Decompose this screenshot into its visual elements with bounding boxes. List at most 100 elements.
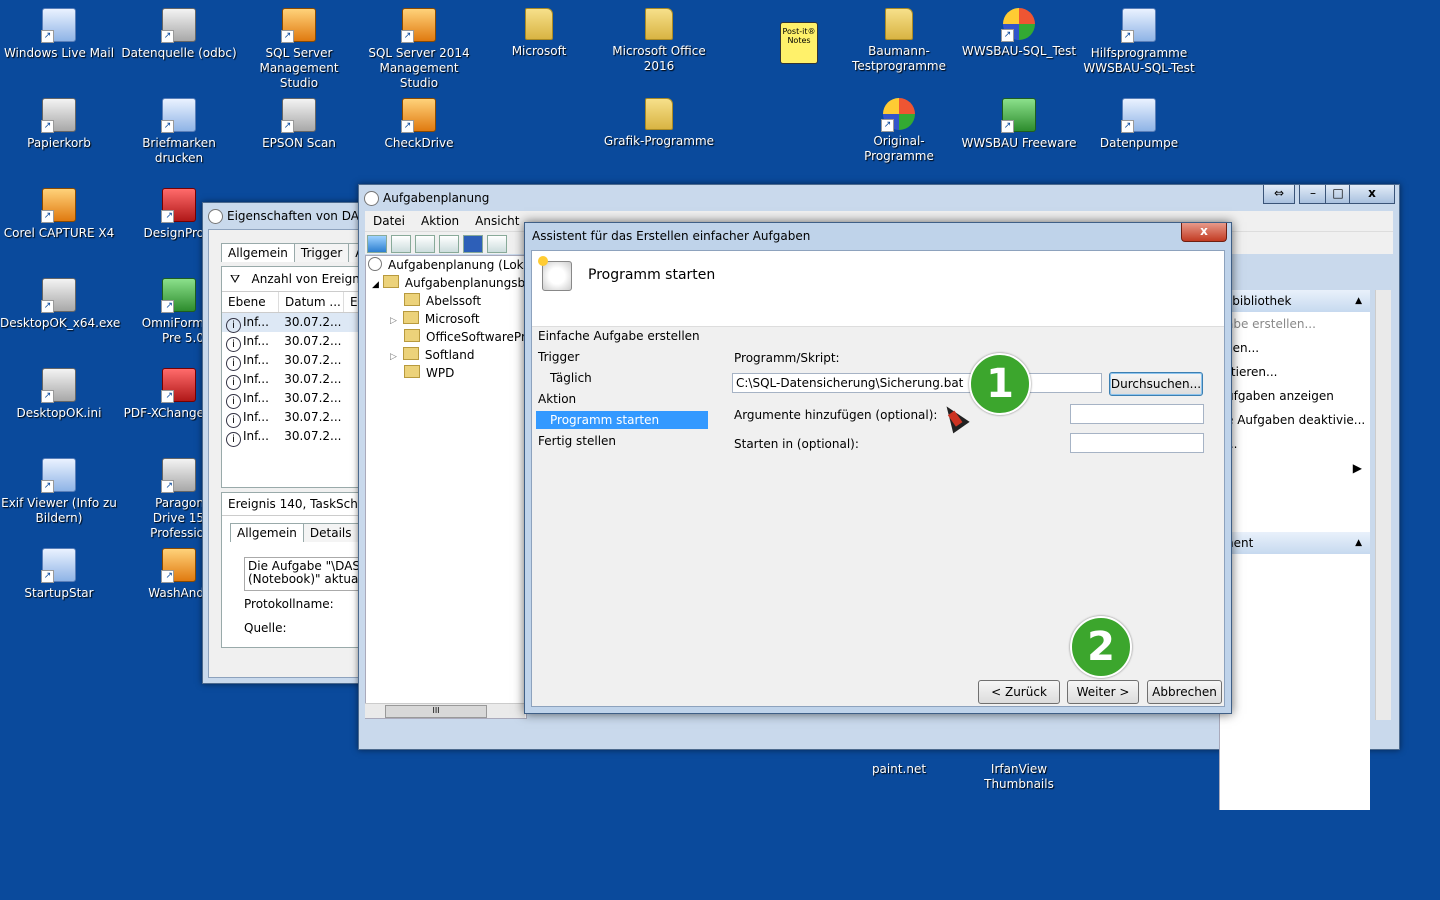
next-button[interactable]: Weiter > xyxy=(1067,680,1139,704)
desktop-icon-hilfsprogramme[interactable]: Hilfsprogramme WWSBAU-SQL-Test xyxy=(1080,2,1198,76)
expand-arrow-icon: ◢ xyxy=(372,280,379,290)
step-fertig-stellen[interactable]: Fertig stellen xyxy=(538,432,616,450)
desktop-icon-desktopok-exe[interactable]: DesktopOK_x64.exe xyxy=(0,272,120,331)
action-item[interactable]: ... xyxy=(1220,432,1370,456)
desktop-icon-corel[interactable]: Corel CAPTURE X4 xyxy=(0,182,118,241)
desktop-icon-microsoft[interactable]: Microsoft xyxy=(480,2,598,59)
minimize-button[interactable]: – xyxy=(1299,185,1327,204)
collapsed-arrow-icon[interactable]: ▷ xyxy=(390,316,397,326)
cancel-button[interactable]: Abbrechen xyxy=(1147,680,1222,704)
folder-icon xyxy=(404,329,420,342)
desktop-icon-omniform[interactable]: OmniForm Pre 5.0 xyxy=(120,272,204,346)
wizard-close-button[interactable]: x xyxy=(1181,223,1227,242)
desktop-icon-startupstar[interactable]: StartupStar xyxy=(0,542,118,601)
tree-item-root[interactable]: Aufgabenplanung (Lokal) xyxy=(366,256,526,274)
folder-up-icon[interactable] xyxy=(415,235,435,253)
database-pump-icon xyxy=(1121,98,1156,133)
properties-window[interactable]: Eigenschaften von DASI AllgemeinTriggerA… xyxy=(202,202,384,684)
desktop-icon-washand[interactable]: WashAnd xyxy=(120,542,204,601)
tree-item-officesoftwarepro[interactable]: OfficeSoftwarePro xyxy=(366,328,526,346)
step-trigger[interactable]: Trigger xyxy=(538,348,579,366)
panel-icon[interactable] xyxy=(487,235,507,253)
pdf-icon xyxy=(161,368,196,403)
task-scheduler-titlebar[interactable]: Aufgabenplanung xyxy=(359,185,1399,211)
folder-icon xyxy=(645,8,673,40)
desktop-icon-windows-live-mail[interactable]: Windows Live Mail xyxy=(0,2,118,61)
view-icon[interactable] xyxy=(439,235,459,253)
info-icon: i xyxy=(226,375,241,390)
actions-pane: sbibliothek abe erstellen... llen... rti… xyxy=(1219,290,1370,810)
maximize-button[interactable]: □ xyxy=(1325,185,1351,204)
col-ebene[interactable]: Ebene xyxy=(222,292,279,312)
restore-arrows-icon[interactable]: ⇔ xyxy=(1263,185,1295,204)
wizard-title: Assistent für das Erstellen einfacher Au… xyxy=(532,229,811,243)
tab-detail-allgemein[interactable]: Allgemein xyxy=(230,523,304,542)
clock-icon xyxy=(364,191,379,206)
info-icon: i xyxy=(226,394,241,409)
desktop-icon-desktopok-ini[interactable]: DesktopOK.ini xyxy=(0,362,118,421)
task-clock-icon xyxy=(538,256,572,291)
properties-titlebar[interactable]: Eigenschaften von DASI xyxy=(203,203,383,229)
folder-icon xyxy=(645,98,673,130)
arguments-input[interactable] xyxy=(1070,404,1204,424)
submenu-arrow-icon[interactable]: ▶ xyxy=(1220,456,1370,480)
drive-check-icon xyxy=(401,98,436,133)
browse-button[interactable]: Durchsuchen... xyxy=(1109,372,1203,396)
col-datum[interactable]: Datum ... xyxy=(279,292,344,312)
actions-header[interactable]: sbibliothek xyxy=(1220,290,1370,312)
desktop-icon-designpro[interactable]: DesignPro xyxy=(120,182,204,241)
help-icon[interactable] xyxy=(463,235,483,253)
tree-item-softland[interactable]: ▷ Softland xyxy=(366,346,526,364)
tree-item-library[interactable]: ◢Aufgabenplanungsbibli xyxy=(366,274,526,292)
back-arrow-icon[interactable] xyxy=(367,235,387,253)
tree-horizontal-scrollbar[interactable]: III xyxy=(365,703,525,718)
actions-header-2[interactable]: nent xyxy=(1220,532,1370,554)
action-item[interactable]: ufgaben anzeigen xyxy=(1220,384,1370,408)
menu-aktion[interactable]: Aktion xyxy=(413,211,467,231)
desktop-icon-sql-management[interactable]: SQL Server Management Studio xyxy=(240,2,358,91)
desktop-icon-pdf-xchange[interactable]: PDF-XChange xyxy=(120,362,204,421)
menu-datei[interactable]: Datei xyxy=(365,211,413,231)
actions-scrollbar[interactable] xyxy=(1375,290,1391,720)
action-item[interactable]: rtieren... xyxy=(1220,360,1370,384)
desktop-icon-briefmarken[interactable]: Briefmarken drucken xyxy=(120,92,238,166)
step-taeglich[interactable]: Täglich xyxy=(550,369,592,387)
action-item[interactable]: abe erstellen... xyxy=(1220,312,1370,336)
program-input[interactable] xyxy=(732,373,1102,393)
menu-ansicht[interactable]: Ansicht xyxy=(467,211,527,231)
tree-item-abelssoft[interactable]: Abelssoft xyxy=(366,292,526,310)
desktop-icon-irfanview[interactable]: IrfanView Thumbnails xyxy=(960,762,1078,792)
action-item[interactable]: llen... xyxy=(1220,336,1370,360)
desktop-icon-original[interactable]: Original-Programme xyxy=(840,92,958,164)
back-button[interactable]: < Zurück xyxy=(978,680,1060,704)
desktop-icon-checkdrive[interactable]: CheckDrive xyxy=(360,92,478,151)
tab-details[interactable]: Details xyxy=(302,523,359,542)
forward-arrow-icon[interactable] xyxy=(391,235,411,253)
desktop-icon-grafik[interactable]: Grafik-Programme xyxy=(600,92,718,149)
collapsed-arrow-icon[interactable]: ▷ xyxy=(390,352,397,362)
desktop-icon-datenquelle[interactable]: Datenquelle (odbc) xyxy=(120,2,238,61)
step-programm-starten[interactable]: Programm starten xyxy=(536,411,708,429)
close-button[interactable]: x xyxy=(1349,185,1395,204)
desktop-icon-papierkorb[interactable]: Papierkorb xyxy=(0,92,118,151)
desktop-icon-wwsbau-freeware[interactable]: WWSBAU Freeware xyxy=(960,92,1078,151)
tree-item-wpd[interactable]: WPD xyxy=(366,364,526,382)
start-in-input[interactable] xyxy=(1070,433,1204,453)
desktop-icon-baumann[interactable]: Baumann-Testprogramme xyxy=(840,2,958,74)
desktop-icon-office-2016[interactable]: Microsoft Office 2016 xyxy=(600,2,718,74)
desktop-icon-paragon[interactable]: Paragon Drive 15 Professio xyxy=(120,452,204,541)
step-einfache-aufgabe[interactable]: Einfache Aufgabe erstellen xyxy=(538,327,700,345)
tab-allgemein[interactable]: Allgemein xyxy=(221,243,295,262)
desktop-icon-paint-net[interactable]: paint.net xyxy=(840,762,958,777)
desktop-icon-exif-viewer[interactable]: Exif Viewer (Info zu Bildern) xyxy=(0,452,118,526)
action-item[interactable]: e Aufgaben deaktivie... xyxy=(1220,408,1370,432)
desktop-icon-sql-2014[interactable]: SQL Server 2014 Management Studio xyxy=(360,2,478,91)
scroll-thumb[interactable]: III xyxy=(385,705,487,718)
tree-item-microsoft[interactable]: ▷ Microsoft xyxy=(366,310,526,328)
scanner-icon xyxy=(281,98,316,133)
desktop-icon-wwsbau-sql[interactable]: WWSBAU-SQL_Test xyxy=(960,2,1078,59)
step-aktion[interactable]: Aktion xyxy=(538,390,576,408)
desktop-icon-epson-scan[interactable]: EPSON Scan xyxy=(240,92,358,151)
tab-trigger[interactable]: Trigger xyxy=(293,243,350,262)
desktop-icon-datenpumpe[interactable]: Datenpumpe xyxy=(1080,92,1198,151)
